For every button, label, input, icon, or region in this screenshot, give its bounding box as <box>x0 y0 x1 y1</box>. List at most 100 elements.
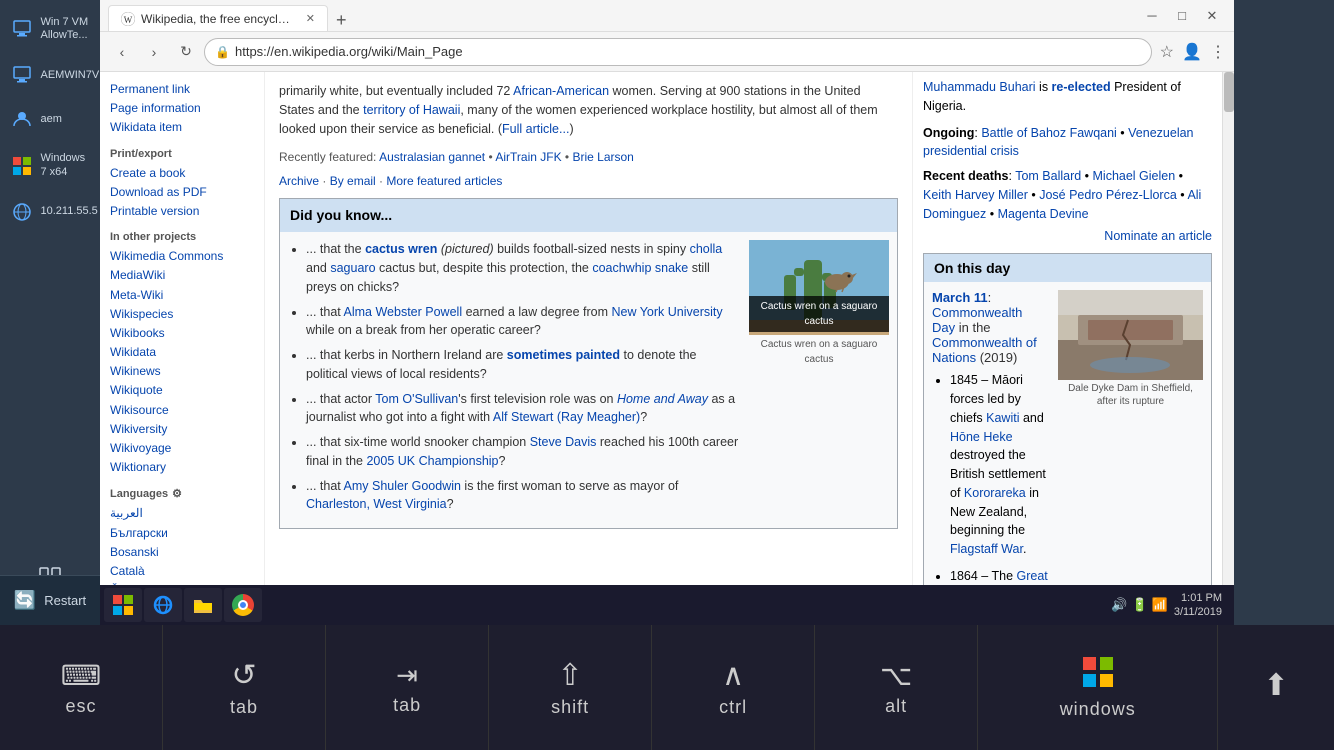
uk-champ-link[interactable]: 2005 UK Championship <box>366 454 498 468</box>
ctrl-key[interactable]: ∧ ctrl <box>652 625 815 750</box>
gannet-link[interactable]: Australasian gannet <box>379 150 485 164</box>
printable-version-link[interactable]: Printable version <box>110 202 254 221</box>
bahoz-link[interactable]: Battle of Bahoz Fawqani <box>981 126 1117 140</box>
wikibooks-link[interactable]: Wikibooks <box>110 324 254 343</box>
kororareka-link[interactable]: Kororareka <box>964 486 1026 500</box>
cactus-wren-link[interactable]: cactus wren <box>365 242 437 256</box>
shift-key[interactable]: ⇧ shift <box>489 625 652 750</box>
page-information-link[interactable]: Page information <box>110 99 254 118</box>
url-bar[interactable]: 🔒 https://en.wikipedia.org/wiki/Main_Pag… <box>204 38 1152 66</box>
wikivoyage-link[interactable]: Wikivoyage <box>110 439 254 458</box>
folder-button[interactable] <box>184 588 222 622</box>
tab-key[interactable]: ⇥ tab <box>326 625 489 750</box>
sidebar-item-win7[interactable]: Windows 7 x64 <box>3 146 98 184</box>
browser-menu-button[interactable]: ⋮ <box>1210 42 1226 62</box>
wikidata-link[interactable]: Wikidata <box>110 343 254 362</box>
coachwhip-link[interactable]: coachwhip snake <box>592 261 688 275</box>
sidebar-item-aemwin[interactable]: AEMWIN7VM <box>3 58 98 92</box>
permanent-link[interactable]: Permanent link <box>110 80 254 99</box>
wikimedia-commons-link[interactable]: Wikimedia Commons <box>110 247 254 266</box>
flagstaff-link[interactable]: Flagstaff War <box>950 542 1023 556</box>
more-featured-link[interactable]: More featured articles <box>386 174 502 188</box>
re-elected-link[interactable]: re-elected <box>1052 80 1111 94</box>
ballard-link[interactable]: Tom Ballard <box>1015 169 1081 183</box>
sidebar-item-aem[interactable]: aem <box>3 102 98 136</box>
hawaii-link[interactable]: territory of Hawaii <box>363 103 460 117</box>
svg-text:W: W <box>124 15 133 25</box>
wikisource-link[interactable]: Wikisource <box>110 401 254 420</box>
windows-key[interactable]: windows <box>978 625 1218 750</box>
wiktionary-link[interactable]: Wiktionary <box>110 458 254 477</box>
new-tab-button[interactable]: + <box>330 10 353 31</box>
share-key[interactable]: ⬆ <box>1218 625 1334 750</box>
cholla-link[interactable]: cholla <box>690 242 723 256</box>
by-email-link[interactable]: By email <box>330 174 376 188</box>
brie-link[interactable]: Brie Larson <box>572 150 633 164</box>
goodwin-link[interactable]: Amy Shuler Goodwin <box>344 479 461 493</box>
davis-link[interactable]: Steve Davis <box>530 435 597 449</box>
commonwealth-nations-link[interactable]: Commonwealth of Nations <box>932 335 1037 365</box>
tab-close-button[interactable]: ✕ <box>306 12 315 25</box>
heke-link[interactable]: Hōne Heke <box>950 430 1013 444</box>
devine-link[interactable]: Magenta Devine <box>998 207 1089 221</box>
chrome-button[interactable] <box>224 588 262 622</box>
close-button[interactable]: ✕ <box>1198 6 1226 26</box>
wikinews-link[interactable]: Wikinews <box>110 362 254 381</box>
scroll-thumb[interactable] <box>1224 72 1234 112</box>
maximize-button[interactable]: □ <box>1168 6 1196 26</box>
nyu-link[interactable]: New York University <box>611 305 722 319</box>
gielen-link[interactable]: Michael Gielen <box>1093 169 1176 183</box>
wikidata-item-link[interactable]: Wikidata item <box>110 118 254 137</box>
archive-link[interactable]: Archive <box>279 174 319 188</box>
buhari-link[interactable]: Muhammadu Buhari <box>923 80 1036 94</box>
undo-key[interactable]: ↺ tab <box>163 625 326 750</box>
wikiquote-link[interactable]: Wikiquote <box>110 381 254 400</box>
restart-button[interactable]: 🔄 Restart <box>0 575 100 625</box>
create-book-link[interactable]: Create a book <box>110 164 254 183</box>
clock: 1:01 PM 3/11/2019 <box>1174 591 1222 620</box>
charleston-link[interactable]: Charleston, West Virginia <box>306 497 447 511</box>
refresh-button[interactable]: ↻ <box>172 38 200 66</box>
alt-key[interactable]: ⌥ alt <box>815 625 978 750</box>
minimize-button[interactable]: ─ <box>1138 6 1166 26</box>
languages-gear-icon[interactable]: ⚙ <box>172 487 182 500</box>
start-button[interactable] <box>104 588 142 622</box>
kawiti-link[interactable]: Kawiti <box>986 411 1019 425</box>
miller-link[interactable]: Keith Harvey Miller <box>923 188 1028 202</box>
system-tray: 🔊 🔋 📶 <box>1111 597 1168 613</box>
commonwealth-day-link[interactable]: Commonwealth Day <box>932 305 1022 335</box>
kerbs-link[interactable]: sometimes painted <box>507 348 620 362</box>
wikiversity-link[interactable]: Wikiversity <box>110 420 254 439</box>
windows-icon <box>11 155 33 177</box>
dyk-item-6: ... that Amy Shuler Goodwin is the first… <box>306 477 739 515</box>
lang-bosnian[interactable]: Bosanski <box>110 543 254 562</box>
nominate-link[interactable]: Nominate an article <box>1104 229 1212 243</box>
bookmark-button[interactable]: ☆ <box>1160 42 1174 62</box>
browser-tab[interactable]: W Wikipedia, the free encyclopedia ✕ <box>108 5 328 31</box>
esc-key[interactable]: ⌨ esc <box>0 625 163 750</box>
tom-link[interactable]: Tom O'Sullivan <box>375 392 458 406</box>
scrollbar[interactable] <box>1222 72 1234 605</box>
ie-button[interactable] <box>144 588 182 622</box>
airtrain-link[interactable]: AirTrain JFK <box>495 150 561 164</box>
perez-link[interactable]: José Pedro Pérez-Llorca <box>1039 188 1177 202</box>
alma-link[interactable]: Alma Webster Powell <box>344 305 463 319</box>
saguaro-link[interactable]: saguaro <box>330 261 375 275</box>
sidebar-item-ip[interactable]: 10.211.55.5 <box>3 195 98 229</box>
lang-arabic[interactable]: العربية <box>110 504 254 523</box>
meta-wiki-link[interactable]: Meta-Wiki <box>110 286 254 305</box>
profile-button[interactable]: 👤 <box>1178 38 1206 66</box>
mediawiki-link[interactable]: MediaWiki <box>110 266 254 285</box>
lang-bulgarian[interactable]: Български <box>110 524 254 543</box>
sidebar-item-vm[interactable]: Win 7 VM AllowTe... <box>3 10 98 48</box>
home-away-link[interactable]: Home and Away <box>617 392 708 406</box>
download-pdf-link[interactable]: Download as PDF <box>110 183 254 202</box>
alf-link[interactable]: Alf Stewart (Ray Meagher) <box>493 410 640 424</box>
lang-catalan[interactable]: Català <box>110 562 254 581</box>
march11-link[interactable]: March 11 <box>932 290 988 305</box>
african-american-link[interactable]: African-American <box>513 84 609 98</box>
wikispecies-link[interactable]: Wikispecies <box>110 305 254 324</box>
full-article-link[interactable]: Full article... <box>502 122 569 136</box>
back-button[interactable]: ‹ <box>108 38 136 66</box>
forward-button[interactable]: › <box>140 38 168 66</box>
